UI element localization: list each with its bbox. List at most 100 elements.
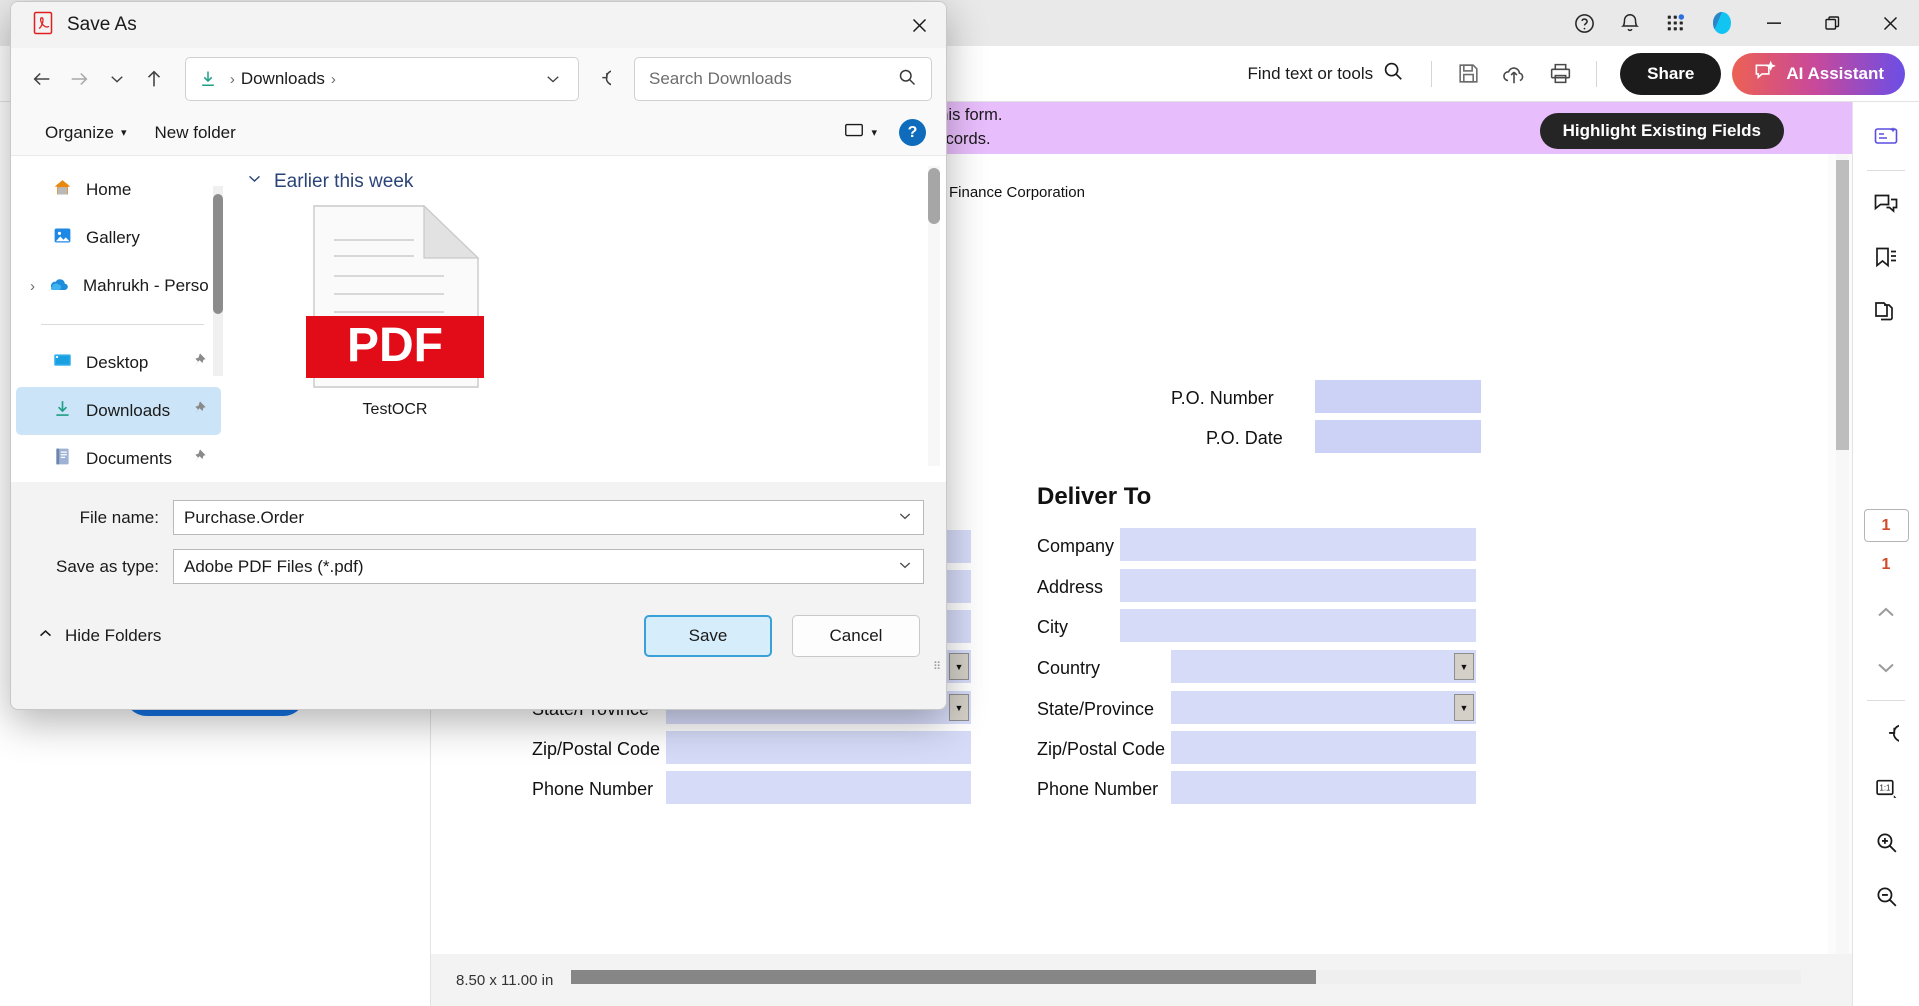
zoom-in-icon[interactable] xyxy=(1860,815,1912,869)
one-to-one-icon[interactable]: 1:1 xyxy=(1860,761,1912,815)
address-bar[interactable]: › Downloads › xyxy=(185,57,579,101)
search-icon[interactable] xyxy=(897,67,917,92)
file-list-scrollbar-thumb[interactable] xyxy=(928,168,940,224)
downloads-icon[interactable] xyxy=(192,69,224,89)
deliver-state-dropdown-arrow[interactable]: ▼ xyxy=(1454,694,1474,721)
home-icon xyxy=(52,177,73,203)
deliver-country-field[interactable] xyxy=(1171,650,1476,683)
save-icon[interactable] xyxy=(1445,54,1491,94)
deliver-country-label: Country xyxy=(1037,658,1100,679)
search-icon[interactable] xyxy=(1382,60,1404,87)
forward-button[interactable] xyxy=(62,60,95,98)
file-group-header[interactable]: Earlier this week xyxy=(246,170,946,193)
current-page-input[interactable]: 1 xyxy=(1864,509,1909,542)
cancel-button[interactable]: Cancel xyxy=(792,615,920,657)
dialog-help-button[interactable]: ? xyxy=(899,119,926,146)
sidebar-item-home[interactable]: Home xyxy=(16,166,221,214)
share-button[interactable]: Share xyxy=(1620,53,1721,95)
deliver-state-field[interactable] xyxy=(1171,691,1476,724)
zoom-out-icon[interactable] xyxy=(1860,869,1912,923)
bookmark-icon[interactable] xyxy=(1860,231,1912,285)
dialog-footer: Hide Folders Save Cancel ⠿ xyxy=(11,594,946,678)
deliver-city-field[interactable] xyxy=(1120,609,1476,642)
bill-country-dropdown-arrow[interactable]: ▼ xyxy=(949,653,969,680)
breadcrumb-separator-2[interactable]: › xyxy=(331,71,336,88)
bill-state-dropdown-arrow[interactable]: ▼ xyxy=(949,694,969,721)
chevron-right-icon[interactable]: › xyxy=(30,278,35,295)
save-button[interactable]: Save xyxy=(644,615,772,657)
chevron-down-icon[interactable] xyxy=(897,557,913,576)
bill-phone-field[interactable] xyxy=(666,771,971,804)
organize-pages-icon[interactable] xyxy=(1860,285,1912,339)
bill-zip-field[interactable] xyxy=(666,731,971,764)
sidebar-item-onedrive[interactable]: › Mahrukh - Perso xyxy=(16,262,221,310)
rotate-icon[interactable] xyxy=(1860,707,1912,761)
deliver-phone-field[interactable] xyxy=(1171,771,1476,804)
gallery-icon xyxy=(52,225,73,251)
dialog-body: Home Gallery › Mahrukh - Perso xyxy=(11,156,946,482)
chevron-down-icon[interactable] xyxy=(246,170,263,193)
chevron-up-icon xyxy=(37,625,54,647)
sidebar-item-documents[interactable]: Documents xyxy=(16,435,221,483)
deliver-company-label: Company xyxy=(1037,536,1114,557)
help-icon[interactable] xyxy=(1561,0,1607,46)
fill-and-sign-icon[interactable] xyxy=(1860,110,1912,164)
chevron-down-icon[interactable] xyxy=(1860,640,1912,694)
company-name: Finance Corporation xyxy=(949,184,1085,201)
file-name-input[interactable]: Purchase.Order xyxy=(173,500,924,535)
onedrive-icon xyxy=(48,274,70,299)
deliver-country-dropdown-arrow[interactable]: ▼ xyxy=(1454,653,1474,680)
recent-locations-button[interactable] xyxy=(100,60,133,98)
close-button[interactable] xyxy=(1861,0,1919,46)
dialog-close-button[interactable] xyxy=(892,2,946,48)
printer-icon[interactable] xyxy=(1537,54,1583,94)
address-dropdown-icon[interactable] xyxy=(534,60,572,98)
search-input[interactable]: Search Downloads xyxy=(634,57,932,101)
deliver-zip-field[interactable] xyxy=(1171,731,1476,764)
view-options-button[interactable]: ▾ xyxy=(831,119,889,146)
apps-grid-icon[interactable] xyxy=(1653,0,1699,46)
po-number-field[interactable] xyxy=(1315,380,1481,413)
save-as-type-value: Adobe PDF Files (*.pdf) xyxy=(184,557,364,577)
pin-icon[interactable] xyxy=(190,448,207,470)
new-folder-button[interactable]: New folder xyxy=(141,123,250,143)
highlight-existing-fields-button[interactable]: Highlight Existing Fields xyxy=(1540,113,1784,149)
adobe-account-icon[interactable] xyxy=(1699,0,1745,46)
breadcrumb[interactable]: Downloads xyxy=(241,69,325,89)
ai-assistant-button[interactable]: AI Assistant xyxy=(1732,53,1905,95)
save-as-type-row: Save as type: Adobe PDF Files (*.pdf) xyxy=(33,545,924,588)
comment-icon[interactable] xyxy=(1860,177,1912,231)
chevron-down-icon[interactable] xyxy=(897,508,913,527)
up-button[interactable] xyxy=(137,60,170,98)
sidebar-divider xyxy=(41,324,204,325)
back-button[interactable] xyxy=(25,60,58,98)
file-item-testocr[interactable]: PDF TestOCR xyxy=(290,204,500,419)
ai-assistant-label: AI Assistant xyxy=(1786,64,1884,84)
horizontal-scrollbar-thumb[interactable] xyxy=(571,970,1316,984)
sidebar-item-desktop[interactable]: Desktop xyxy=(16,339,221,387)
sidebar-item-label: Documents xyxy=(86,449,172,469)
po-date-field[interactable] xyxy=(1315,420,1481,453)
pin-icon[interactable] xyxy=(190,400,207,422)
rail-divider-2 xyxy=(1867,700,1905,701)
deliver-address-field[interactable] xyxy=(1120,569,1476,602)
deliver-company-field[interactable] xyxy=(1120,528,1476,561)
find-label: Find text or tools xyxy=(1247,64,1373,84)
save-as-type-select[interactable]: Adobe PDF Files (*.pdf) xyxy=(173,549,924,584)
sidebar-item-downloads[interactable]: Downloads xyxy=(16,387,221,435)
hide-folders-button[interactable]: Hide Folders xyxy=(37,625,161,647)
pin-icon[interactable] xyxy=(190,352,207,374)
cloud-upload-icon[interactable] xyxy=(1491,54,1537,94)
resize-grip[interactable]: ⠿ xyxy=(933,660,940,673)
sidebar-scrollbar-thumb[interactable] xyxy=(213,194,223,314)
document-vertical-scrollbar-thumb[interactable] xyxy=(1836,160,1849,450)
chevron-up-icon[interactable] xyxy=(1860,586,1912,640)
find-text-or-tools[interactable]: Find text or tools xyxy=(1247,60,1404,87)
restore-button[interactable] xyxy=(1803,0,1861,46)
refresh-button[interactable] xyxy=(583,60,618,98)
organize-button[interactable]: Organize ▾ xyxy=(31,123,141,143)
bell-icon[interactable] xyxy=(1607,0,1653,46)
sidebar-item-gallery[interactable]: Gallery xyxy=(16,214,221,262)
file-list[interactable]: Earlier this week PDF xyxy=(226,156,946,482)
minimize-button[interactable] xyxy=(1745,0,1803,46)
